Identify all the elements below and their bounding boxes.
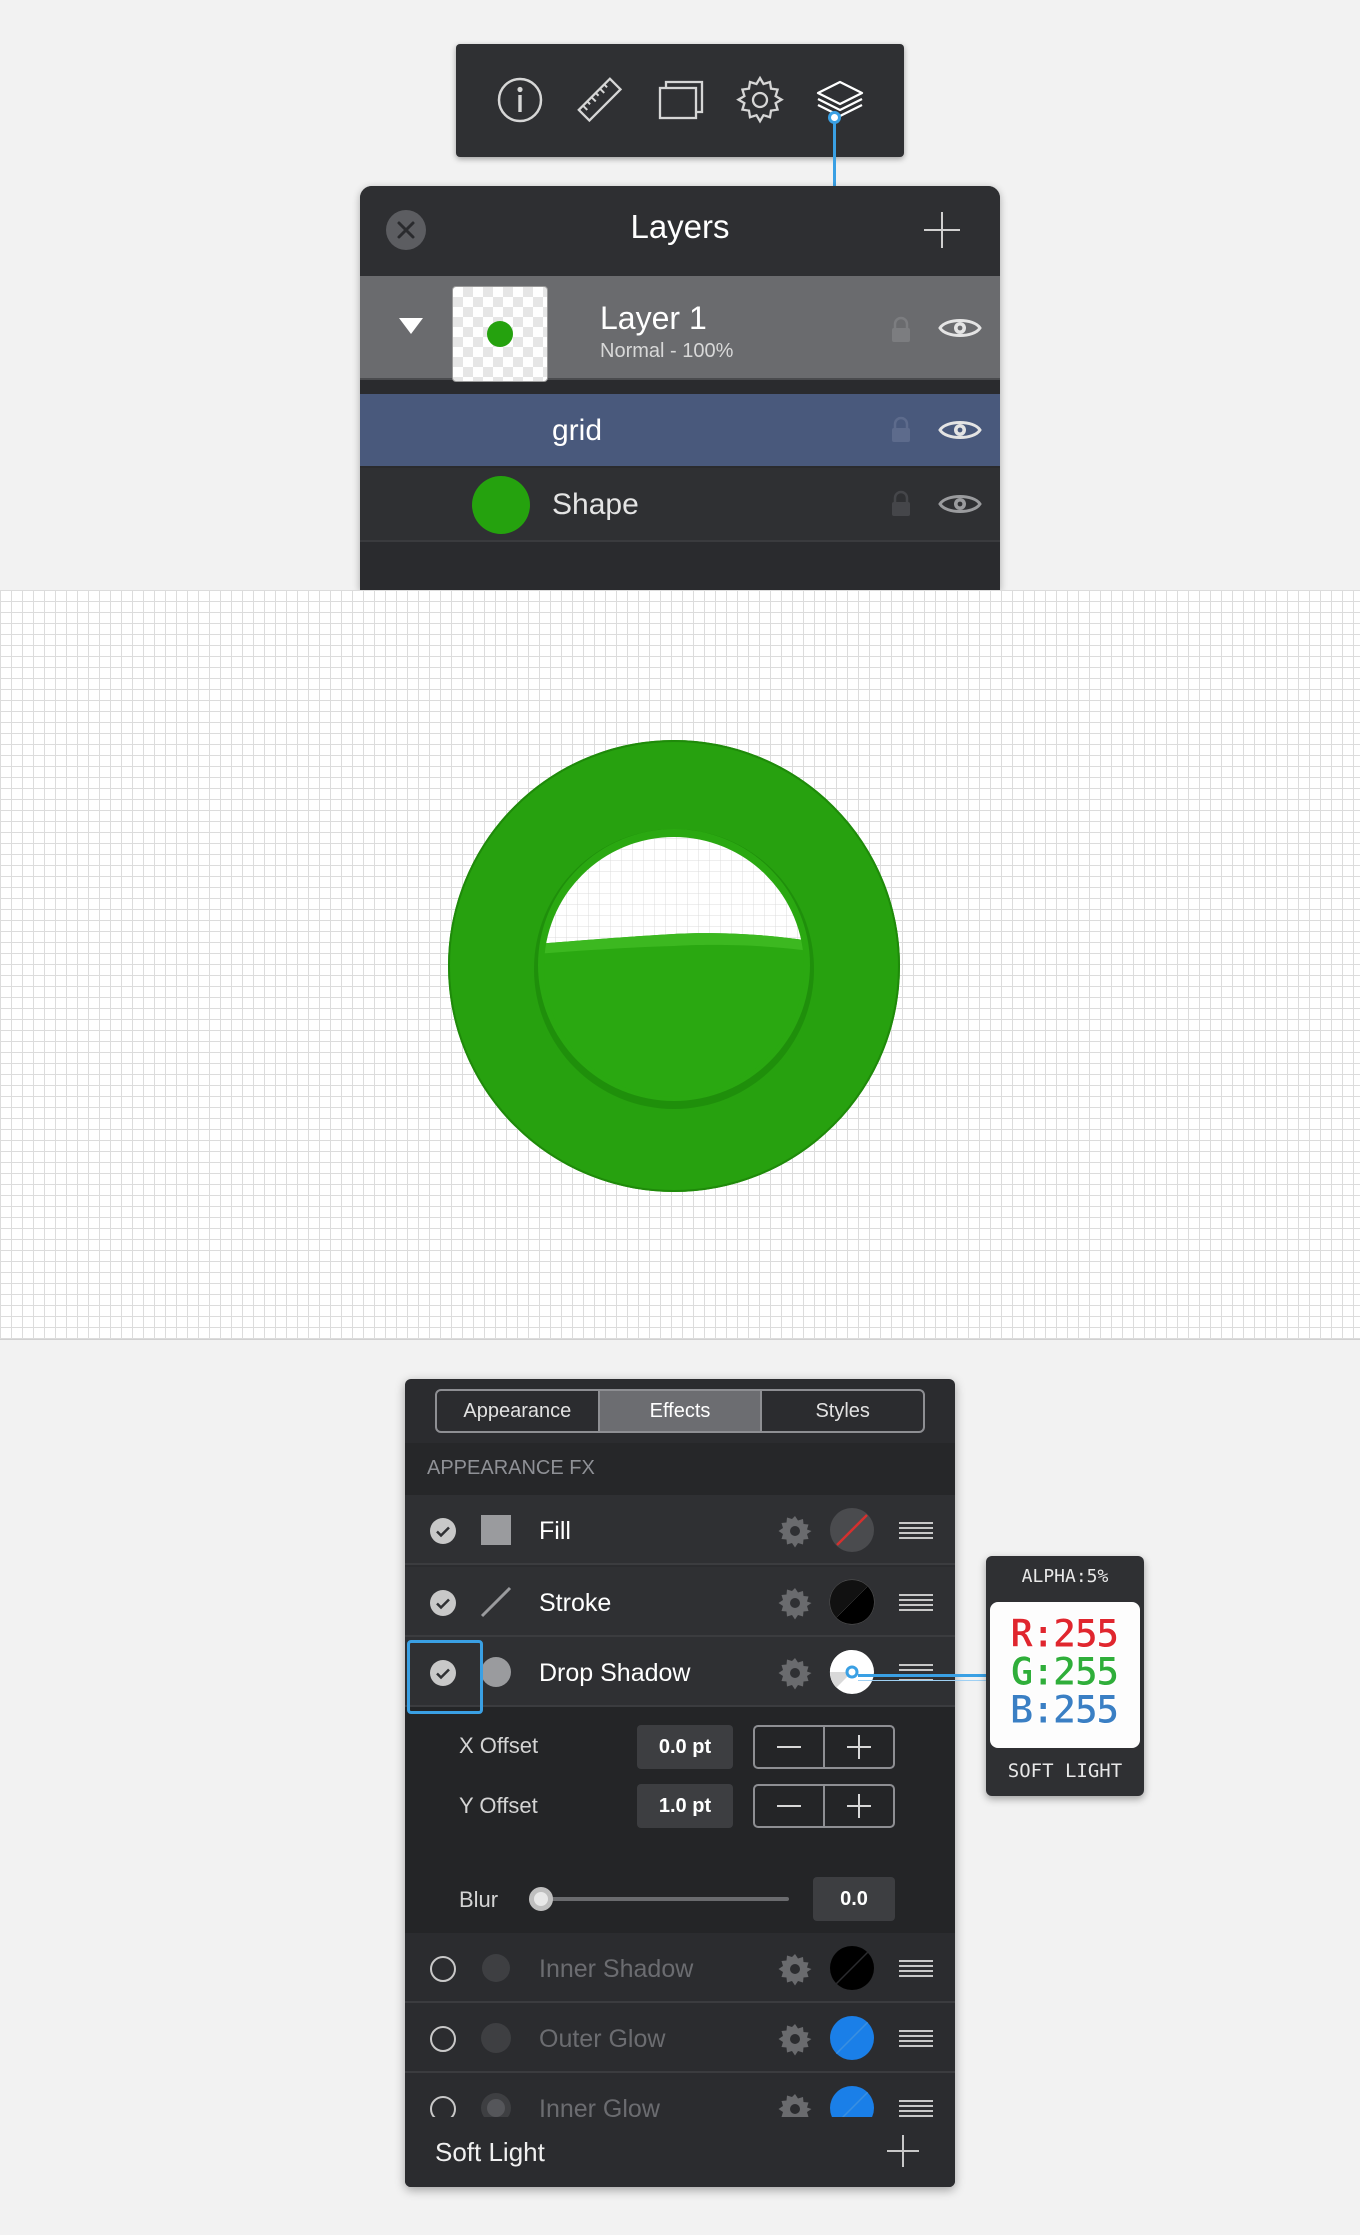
add-layer-icon[interactable]	[920, 208, 964, 252]
visibility-eye-icon[interactable]	[938, 313, 982, 343]
drag-handle-icon[interactable]	[899, 1593, 933, 1611]
add-effect-icon[interactable]	[885, 2133, 921, 2169]
fx-label: Stroke	[539, 1589, 612, 1617]
shadow-circle-icon	[479, 1655, 513, 1689]
drop-shadow-options: X Offset 0.0 pt Y Offset 1.0 pt Blur 0.0	[405, 1707, 955, 1933]
inner-shadow-color-swatch[interactable]	[829, 1945, 875, 1991]
artboard-icon[interactable]	[650, 70, 710, 130]
outer-glow-color-swatch[interactable]	[829, 2015, 875, 2061]
thumbnail-dot	[487, 321, 513, 347]
fill-square-icon	[479, 1513, 513, 1547]
checked-icon[interactable]	[429, 1517, 457, 1545]
shadow-color-swatch[interactable]	[829, 1649, 875, 1695]
blend-mode-label[interactable]: Soft Light	[435, 2137, 545, 2168]
drag-handle-icon[interactable]	[899, 2029, 933, 2047]
y-offset-label: Y Offset	[459, 1793, 538, 1818]
fx-label: Outer Glow	[539, 2025, 666, 2053]
layer-row-shape[interactable]: Shape	[360, 468, 1000, 542]
layer-name: grid	[552, 414, 603, 447]
drag-handle-icon[interactable]	[899, 1959, 933, 1977]
inner-shadow-circle-icon	[479, 1951, 513, 1985]
blur-slider-knob[interactable]	[529, 1887, 553, 1911]
section-title: APPEARANCE FX	[427, 1457, 595, 1479]
fx-row-stroke[interactable]: Stroke	[405, 1567, 955, 1637]
gear-icon[interactable]	[777, 1951, 813, 1987]
outer-glow-circle-icon	[479, 2021, 513, 2055]
fx-row-fill[interactable]: Fill	[405, 1495, 955, 1565]
tab-styles[interactable]: Styles	[762, 1391, 923, 1431]
layer-row-grid[interactable]: grid	[360, 394, 1000, 466]
drag-handle-icon[interactable]	[899, 2099, 933, 2117]
layers-panel: Layers Layer 1 Normal - 100% grid Shape	[360, 186, 1000, 590]
gear-icon[interactable]	[777, 1585, 813, 1621]
unchecked-icon[interactable]	[429, 1955, 457, 1983]
unchecked-icon[interactable]	[429, 2025, 457, 2053]
callout-line-glow	[858, 1680, 986, 1681]
lock-icon[interactable]	[890, 316, 912, 344]
x-offset-label: X Offset	[459, 1733, 539, 1758]
top-toolbar	[456, 44, 904, 157]
blur-label: Blur	[459, 1887, 499, 1912]
toolbar-connector-dot	[828, 111, 841, 124]
callout-line	[858, 1674, 986, 1677]
blend-mode-readout: SOFT LIGHT	[1007, 1760, 1123, 1782]
gear-icon[interactable]	[730, 70, 790, 130]
visibility-eye-icon[interactable]	[938, 415, 982, 445]
gear-icon[interactable]	[777, 2021, 813, 2057]
ruler-icon[interactable]	[570, 70, 630, 130]
layer-group-row[interactable]: Layer 1 Normal - 100%	[360, 276, 1000, 382]
layers-header: Layers	[360, 186, 1000, 276]
stroke-line-icon	[479, 1585, 513, 1619]
blue-value: B:255	[1009, 1688, 1119, 1734]
tab-effects[interactable]: Effects	[599, 1391, 763, 1431]
appearance-panel: Appearance Effects Styles APPEARANCE FX …	[405, 1379, 955, 2187]
fx-label: Drop Shadow	[539, 1659, 691, 1687]
drag-handle-icon[interactable]	[899, 1521, 933, 1539]
toolbar-connector-line	[833, 118, 836, 188]
checked-icon[interactable]	[429, 1589, 457, 1617]
shape-thumbnail	[472, 476, 530, 534]
alpha-readout: ALPHA:5%	[1021, 1566, 1109, 1587]
x-offset-stepper[interactable]	[753, 1725, 895, 1769]
tab-appearance[interactable]: Appearance	[437, 1391, 600, 1431]
y-offset-field[interactable]: 1.0 pt	[637, 1784, 733, 1828]
layer-thumbnail	[452, 286, 548, 382]
color-tooltip: ALPHA:5% R:255 G:255 B:255 SOFT LIGHT	[986, 1556, 1144, 1796]
layer-name: Shape	[552, 488, 639, 521]
layer-group-blend: Normal - 100%	[600, 340, 734, 362]
visibility-eye-icon[interactable]	[938, 489, 982, 519]
layers-title: Layers	[630, 208, 730, 245]
blur-value-field[interactable]: 0.0	[813, 1877, 895, 1921]
green-button-artwork	[448, 740, 900, 1192]
rgb-card: R:255 G:255 B:255	[990, 1602, 1140, 1748]
increment-button[interactable]	[825, 1786, 893, 1826]
fx-row-drop-shadow[interactable]: Drop Shadow	[405, 1637, 955, 1707]
decrement-button[interactable]	[755, 1727, 825, 1767]
fx-row-inner-shadow[interactable]: Inner Shadow	[405, 1933, 955, 2003]
checkbox-highlight	[407, 1640, 483, 1714]
panel-tabs: Appearance Effects Styles	[435, 1389, 925, 1433]
stroke-color-swatch[interactable]	[829, 1579, 875, 1625]
x-offset-field[interactable]: 0.0 pt	[637, 1725, 733, 1769]
gear-icon[interactable]	[777, 1655, 813, 1691]
fx-section-header: APPEARANCE FX	[405, 1443, 955, 1495]
drag-handle-icon[interactable]	[899, 1663, 933, 1681]
fill-color-swatch[interactable]	[829, 1507, 875, 1553]
layer-group-name: Layer 1	[600, 300, 707, 336]
blur-slider-track[interactable]	[539, 1897, 789, 1901]
lock-icon[interactable]	[890, 490, 912, 518]
info-icon[interactable]	[490, 70, 550, 130]
y-offset-stepper[interactable]	[753, 1784, 895, 1828]
design-canvas[interactable]	[0, 590, 1360, 1340]
increment-button[interactable]	[825, 1727, 893, 1767]
panel-footer: Soft Light	[405, 2117, 955, 2187]
fx-label: Inner Shadow	[539, 1955, 694, 1983]
lock-icon[interactable]	[890, 416, 912, 444]
fx-row-outer-glow[interactable]: Outer Glow	[405, 2003, 955, 2073]
gear-icon[interactable]	[777, 1513, 813, 1549]
decrement-button[interactable]	[755, 1786, 825, 1826]
fx-label: Fill	[539, 1517, 571, 1545]
layers-icon[interactable]	[810, 70, 870, 130]
disclosure-triangle-icon[interactable]	[398, 316, 424, 336]
